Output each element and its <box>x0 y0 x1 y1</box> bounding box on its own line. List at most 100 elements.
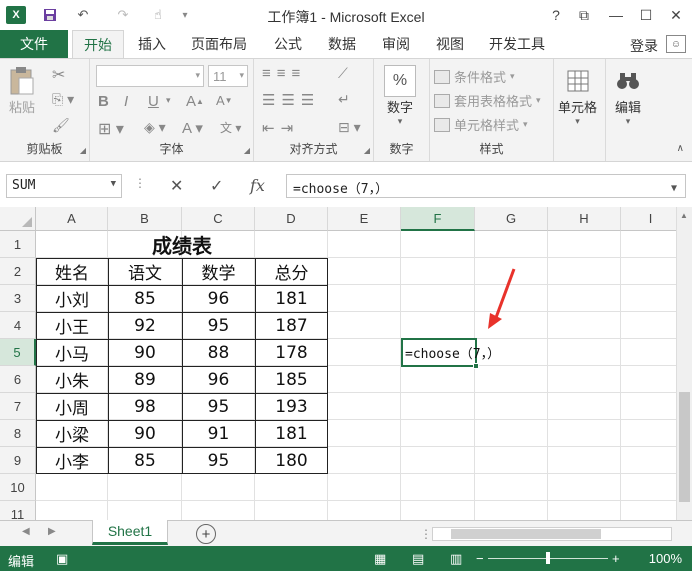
table-data-cell[interactable]: 181 <box>255 285 328 312</box>
dialog-launcher-icon[interactable]: ◢ <box>364 146 370 155</box>
vertical-scrollbar[interactable]: ▲ <box>676 207 692 520</box>
grow-font-icon[interactable]: A ▲ <box>186 93 204 110</box>
table-data-cell[interactable]: 181 <box>255 420 328 447</box>
row-header-9[interactable]: 9 <box>0 447 36 474</box>
row-header-10[interactable]: 10 <box>0 474 36 501</box>
format-as-table-button[interactable]: 套用表格格式 ▾ <box>434 91 541 110</box>
vertical-align-icons[interactable]: ≡≡≡ <box>262 65 306 82</box>
table-data-cell[interactable]: 91 <box>182 420 255 447</box>
zoom-out-button[interactable]: − <box>476 551 484 566</box>
row-header-8[interactable]: 8 <box>0 420 36 447</box>
orientation-icon[interactable]: ⟋ <box>338 65 348 82</box>
column-header-e[interactable]: E <box>328 207 401 231</box>
table-data-cell[interactable]: 小马 <box>36 339 108 366</box>
scroll-left-icon[interactable]: ◀ <box>22 526 30 537</box>
add-sheet-icon[interactable]: + <box>196 524 216 544</box>
table-header-cell[interactable]: 总分 <box>255 258 328 285</box>
table-data-cell[interactable]: 96 <box>182 366 255 393</box>
table-data-cell[interactable]: 小朱 <box>36 366 108 393</box>
table-data-cell[interactable]: 178 <box>255 339 328 366</box>
format-painter-icon[interactable]: 🖌 <box>52 117 70 134</box>
row-header-2[interactable]: 2 <box>0 258 36 285</box>
table-data-cell[interactable]: 小刘 <box>36 285 108 312</box>
phonetic-icon[interactable]: 文 ▾ <box>220 119 241 136</box>
paste-button[interactable]: 粘贴 <box>6 65 38 116</box>
table-data-cell[interactable]: 95 <box>182 447 255 474</box>
table-data-cell[interactable]: 90 <box>108 420 182 447</box>
tab-file[interactable]: 文件 <box>0 30 68 58</box>
table-data-cell[interactable]: 小李 <box>36 447 108 474</box>
sheet-tab-sheet1[interactable]: Sheet1 <box>92 520 168 545</box>
column-header-c[interactable]: C <box>182 207 255 231</box>
table-data-cell[interactable]: 小王 <box>36 312 108 339</box>
login-link[interactable]: 登录 <box>630 36 658 56</box>
table-data-cell[interactable]: 180 <box>255 447 328 474</box>
table-data-cell[interactable]: 88 <box>182 339 255 366</box>
tab-developer[interactable]: 开发工具 <box>482 30 552 58</box>
shrink-font-icon[interactable]: A ▼ <box>216 93 233 108</box>
name-box[interactable]: SUM ▼ <box>6 174 122 198</box>
page-break-view-icon[interactable]: ▥ <box>450 551 462 567</box>
table-header-cell[interactable]: 语文 <box>108 258 182 285</box>
insert-function-icon[interactable]: fx <box>250 176 265 195</box>
table-data-cell[interactable]: 85 <box>108 285 182 312</box>
table-data-cell[interactable]: 小梁 <box>36 420 108 447</box>
chevron-down-icon[interactable]: ▼ <box>111 179 116 189</box>
column-header-i[interactable]: I <box>621 207 681 231</box>
maximize-button[interactable]: ☐ <box>634 4 658 26</box>
cut-icon[interactable]: ✂ <box>52 65 65 85</box>
zoom-in-button[interactable]: + <box>612 551 620 566</box>
active-cell-f5[interactable]: =choose（7，） <box>401 338 500 367</box>
minimize-button[interactable]: — <box>604 4 628 26</box>
row-header-5[interactable]: 5 <box>0 339 36 366</box>
table-data-cell[interactable]: 90 <box>108 339 182 366</box>
table-data-cell[interactable]: 85 <box>108 447 182 474</box>
table-title-cell[interactable]: 成绩表 <box>36 231 328 258</box>
enter-icon[interactable]: ✓ <box>210 176 223 196</box>
scroll-right-icon[interactable]: ▶ <box>48 526 56 537</box>
borders-icon[interactable]: ⊞ ▾ <box>98 119 124 139</box>
horizontal-scrollbar[interactable] <box>432 527 672 541</box>
dialog-launcher-icon[interactable]: ◢ <box>80 146 86 155</box>
wrap-text-icon[interactable]: ↵ <box>338 91 350 108</box>
table-data-cell[interactable]: 187 <box>255 312 328 339</box>
merge-center-icon[interactable]: ⊟ ▾ <box>338 119 361 136</box>
underline-dropdown-icon[interactable]: ▾ <box>166 95 171 106</box>
formula-input[interactable]: =choose（7，） ▼ <box>286 174 686 198</box>
tab-review[interactable]: 审阅 <box>374 30 418 58</box>
font-color-icon[interactable]: A ▾ <box>182 119 203 137</box>
zoom-slider-thumb[interactable] <box>546 552 550 564</box>
table-header-cell[interactable]: 数学 <box>182 258 255 285</box>
dialog-launcher-icon[interactable]: ◢ <box>244 146 250 155</box>
tab-data[interactable]: 数据 <box>320 30 364 58</box>
table-data-cell[interactable]: 98 <box>108 393 182 420</box>
horizontal-scroll-thumb[interactable] <box>451 529 601 539</box>
font-name-select[interactable]: ▾ <box>96 65 204 87</box>
table-data-cell[interactable]: 89 <box>108 366 182 393</box>
fill-handle[interactable] <box>473 363 479 369</box>
scroll-up-icon[interactable]: ▲ <box>680 211 688 220</box>
vertical-scroll-thumb[interactable] <box>679 392 690 502</box>
zoom-level[interactable]: 100% <box>649 551 682 566</box>
underline-button[interactable]: U <box>148 93 159 110</box>
cancel-icon[interactable]: ✕ <box>170 176 183 196</box>
column-header-g[interactable]: G <box>475 207 548 231</box>
table-data-cell[interactable]: 92 <box>108 312 182 339</box>
cells-button[interactable]: 单元格 ▾ <box>558 65 597 127</box>
tab-insert[interactable]: 插入 <box>130 30 174 58</box>
tab-home[interactable]: 开始 <box>72 30 124 59</box>
row-header-4[interactable]: 4 <box>0 312 36 339</box>
row-header-1[interactable]: 1 <box>0 231 36 258</box>
row-header-7[interactable]: 7 <box>0 393 36 420</box>
conditional-format-button[interactable]: 条件格式 ▾ <box>434 67 515 86</box>
tab-formulas[interactable]: 公式 <box>266 30 310 58</box>
close-button[interactable]: ✕ <box>664 4 688 26</box>
row-header-6[interactable]: 6 <box>0 366 36 393</box>
tab-split-icon[interactable]: ⋮ <box>420 527 432 541</box>
table-header-cell[interactable]: 姓名 <box>36 258 108 285</box>
chevron-down-icon[interactable]: ▼ <box>671 183 677 194</box>
copy-icon[interactable]: ⎘ ▾ <box>52 91 74 108</box>
worksheet-grid[interactable]: A B C D E F G H I 1 2 3 4 5 6 7 8 9 10 11 姓名 语文 数学 总分 小刘 85 96 181 小… <box>0 207 692 520</box>
help-button[interactable]: ? <box>544 4 568 26</box>
column-header-a[interactable]: A <box>36 207 108 231</box>
